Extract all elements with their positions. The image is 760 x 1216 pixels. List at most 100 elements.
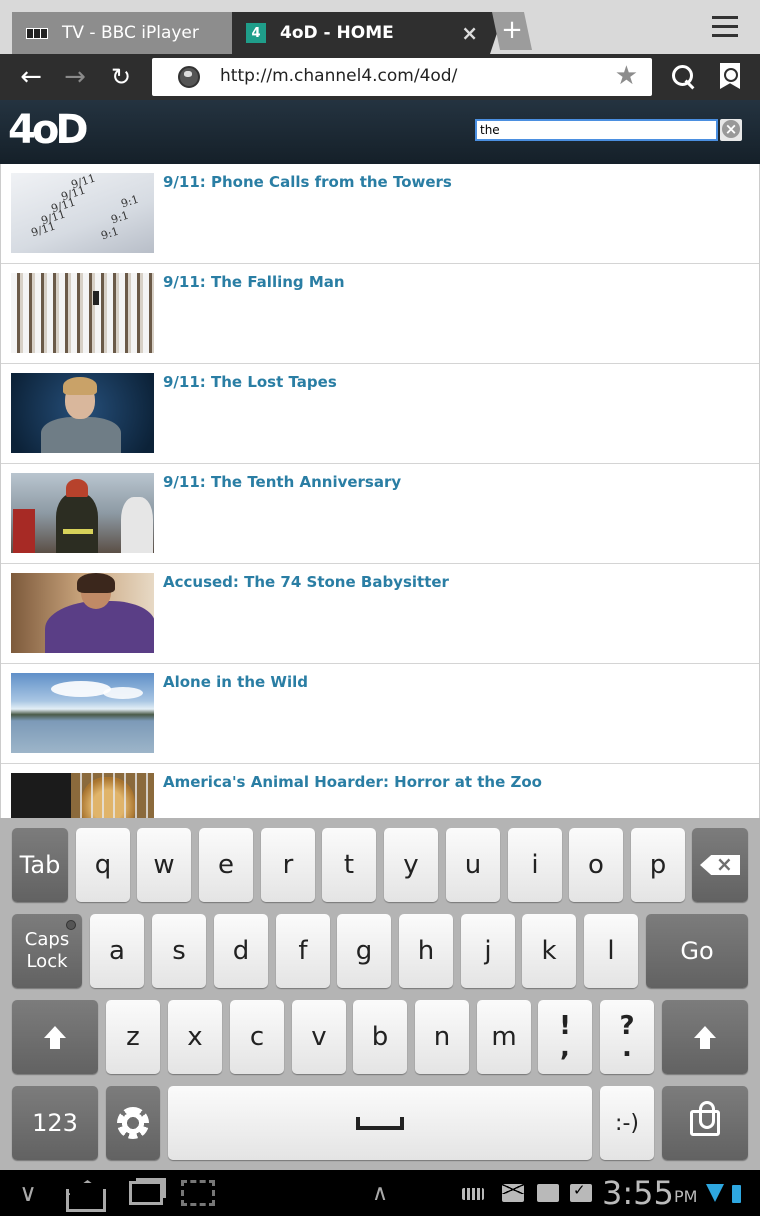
go-key[interactable]: Go [646, 914, 748, 988]
thumbnail-text: 9:1 [99, 224, 121, 243]
settings-key[interactable] [106, 1086, 160, 1160]
key-exclaim-comma[interactable]: !, [538, 1000, 592, 1074]
search-input[interactable] [475, 119, 718, 141]
key-v[interactable]: v [292, 1000, 346, 1074]
globe-icon [178, 66, 200, 88]
battery-icon [732, 1185, 741, 1203]
result-title[interactable]: 9/11: The Lost Tapes [163, 373, 337, 391]
key-t[interactable]: t [322, 828, 376, 902]
tab-4od-home[interactable]: 4 4oD - HOME × [232, 12, 504, 54]
clipboard-key[interactable] [662, 1086, 748, 1160]
result-title[interactable]: 9/11: The Tenth Anniversary [163, 473, 401, 491]
key-p[interactable]: p [631, 828, 685, 902]
key-k[interactable]: k [522, 914, 576, 988]
list-item[interactable]: Accused: The 74 Stone Babysitter [1, 564, 759, 664]
bookmarks-icon[interactable] [720, 63, 740, 89]
result-title[interactable]: Accused: The 74 Stone Babysitter [163, 573, 449, 591]
key-l[interactable]: l [584, 914, 638, 988]
clock-time[interactable]: 3:55 [602, 1174, 674, 1212]
reload-icon[interactable]: ↻ [104, 60, 138, 94]
list-item[interactable]: 9/11: The Falling Man [1, 264, 759, 364]
key-r[interactable]: r [261, 828, 315, 902]
key-d[interactable]: d [214, 914, 268, 988]
key-y[interactable]: y [384, 828, 438, 902]
forward-arrow-icon[interactable]: → [58, 60, 92, 94]
mail-notification-icon[interactable] [502, 1184, 524, 1202]
system-back-icon[interactable]: ∨ [10, 1170, 46, 1216]
key-c[interactable]: c [230, 1000, 284, 1074]
key-q[interactable]: q [76, 828, 130, 902]
result-title[interactable]: Alone in the Wild [163, 673, 308, 691]
thumbnail-alone-in-the-wild[interactable] [11, 673, 154, 753]
space-bar-icon [356, 1116, 404, 1130]
system-home-icon[interactable] [64, 1170, 108, 1216]
result-title[interactable]: 9/11: Phone Calls from the Towers [163, 173, 452, 191]
thumbnail-text: 9/11 [29, 219, 58, 240]
thumbnail-lost-tapes[interactable] [11, 373, 154, 453]
tab-bbc-iplayer[interactable]: TV - BBC iPlayer [12, 12, 232, 54]
key-g[interactable]: g [337, 914, 391, 988]
list-item[interactable]: 9/11: The Tenth Anniversary [1, 464, 759, 564]
thumbnail-falling-man[interactable] [11, 273, 154, 353]
thumbnail-accused[interactable] [11, 573, 154, 653]
key-f[interactable]: f [276, 914, 330, 988]
key-u[interactable]: u [446, 828, 500, 902]
address-bar[interactable]: http://m.channel4.com/4od/ ★ [152, 58, 652, 96]
key-j[interactable]: j [461, 914, 515, 988]
key-b[interactable]: b [353, 1000, 407, 1074]
numbers-key[interactable]: 123 [12, 1086, 98, 1160]
key-n[interactable]: n [415, 1000, 469, 1074]
backspace-key[interactable] [692, 828, 748, 902]
url-text[interactable]: http://m.channel4.com/4od/ [220, 66, 457, 86]
close-tab-icon[interactable]: × [461, 21, 478, 45]
task-notification-icon[interactable] [570, 1181, 592, 1202]
smiley-key[interactable]: :-) [600, 1086, 654, 1160]
key-s[interactable]: s [152, 914, 206, 988]
key-o[interactable]: o [569, 828, 623, 902]
4od-logo[interactable]: 4oD [8, 107, 88, 153]
caps-lock-key[interactable]: Caps Lock [12, 914, 82, 988]
thumbnail-phone-calls[interactable]: 9/11 9/11 9/11 9/11 9/11 9:1 9:1 9:1 [11, 173, 154, 253]
shift-arrow-icon [44, 1026, 66, 1049]
thumbnail-text: 9:1 [119, 192, 141, 211]
shift-arrow-icon [694, 1026, 716, 1049]
key-x[interactable]: x [168, 1000, 222, 1074]
space-key[interactable] [168, 1086, 592, 1160]
result-title[interactable]: America's Animal Hoarder: Horror at the … [163, 773, 542, 791]
keyboard-notification-icon[interactable] [462, 1188, 484, 1200]
shift-key-right[interactable] [662, 1000, 748, 1074]
list-item[interactable]: 9/11 9/11 9/11 9/11 9/11 9:1 9:1 9:1 9/1… [1, 164, 759, 264]
key-h[interactable]: h [399, 914, 453, 988]
recent-apps-icon[interactable] [126, 1170, 166, 1216]
key-a[interactable]: a [90, 914, 144, 988]
list-item[interactable]: 9/11: The Lost Tapes [1, 364, 759, 464]
lock-label: Lock [26, 951, 68, 972]
shift-key-left[interactable] [12, 1000, 98, 1074]
search-icon[interactable] [670, 64, 696, 90]
star-bookmark-icon[interactable]: ★ [615, 61, 638, 91]
clear-search-button[interactable] [720, 119, 742, 141]
download-notification-icon[interactable] [537, 1184, 559, 1202]
wifi-icon [706, 1184, 724, 1202]
back-arrow-icon[interactable]: ← [14, 60, 48, 94]
key-e[interactable]: e [199, 828, 253, 902]
list-item[interactable]: America's Animal Hoarder: Horror at the … [1, 764, 759, 818]
key-question-period[interactable]: ?. [600, 1000, 654, 1074]
tab-label: TV - BBC iPlayer [62, 23, 199, 43]
screenshot-icon[interactable] [180, 1170, 216, 1216]
key-m[interactable]: m [477, 1000, 531, 1074]
key-i[interactable]: i [508, 828, 562, 902]
list-item[interactable]: Alone in the Wild [1, 664, 759, 764]
key-w[interactable]: w [137, 828, 191, 902]
site-header: 4oD [0, 100, 760, 164]
key-z[interactable]: z [106, 1000, 160, 1074]
onscreen-keyboard: Tab q w e r t y u i o p Caps Lock a s d … [0, 818, 760, 1170]
tab-key[interactable]: Tab [12, 828, 68, 902]
gear-icon [117, 1107, 149, 1139]
result-title[interactable]: 9/11: The Falling Man [163, 273, 345, 291]
thumbnail-animal-hoarder[interactable] [11, 773, 154, 818]
menu-icon[interactable] [712, 16, 738, 38]
thumbnail-tenth-anniversary[interactable] [11, 473, 154, 553]
chevron-up-icon[interactable]: ∧ [362, 1170, 398, 1216]
key-bottom-char: , [560, 1033, 570, 1063]
